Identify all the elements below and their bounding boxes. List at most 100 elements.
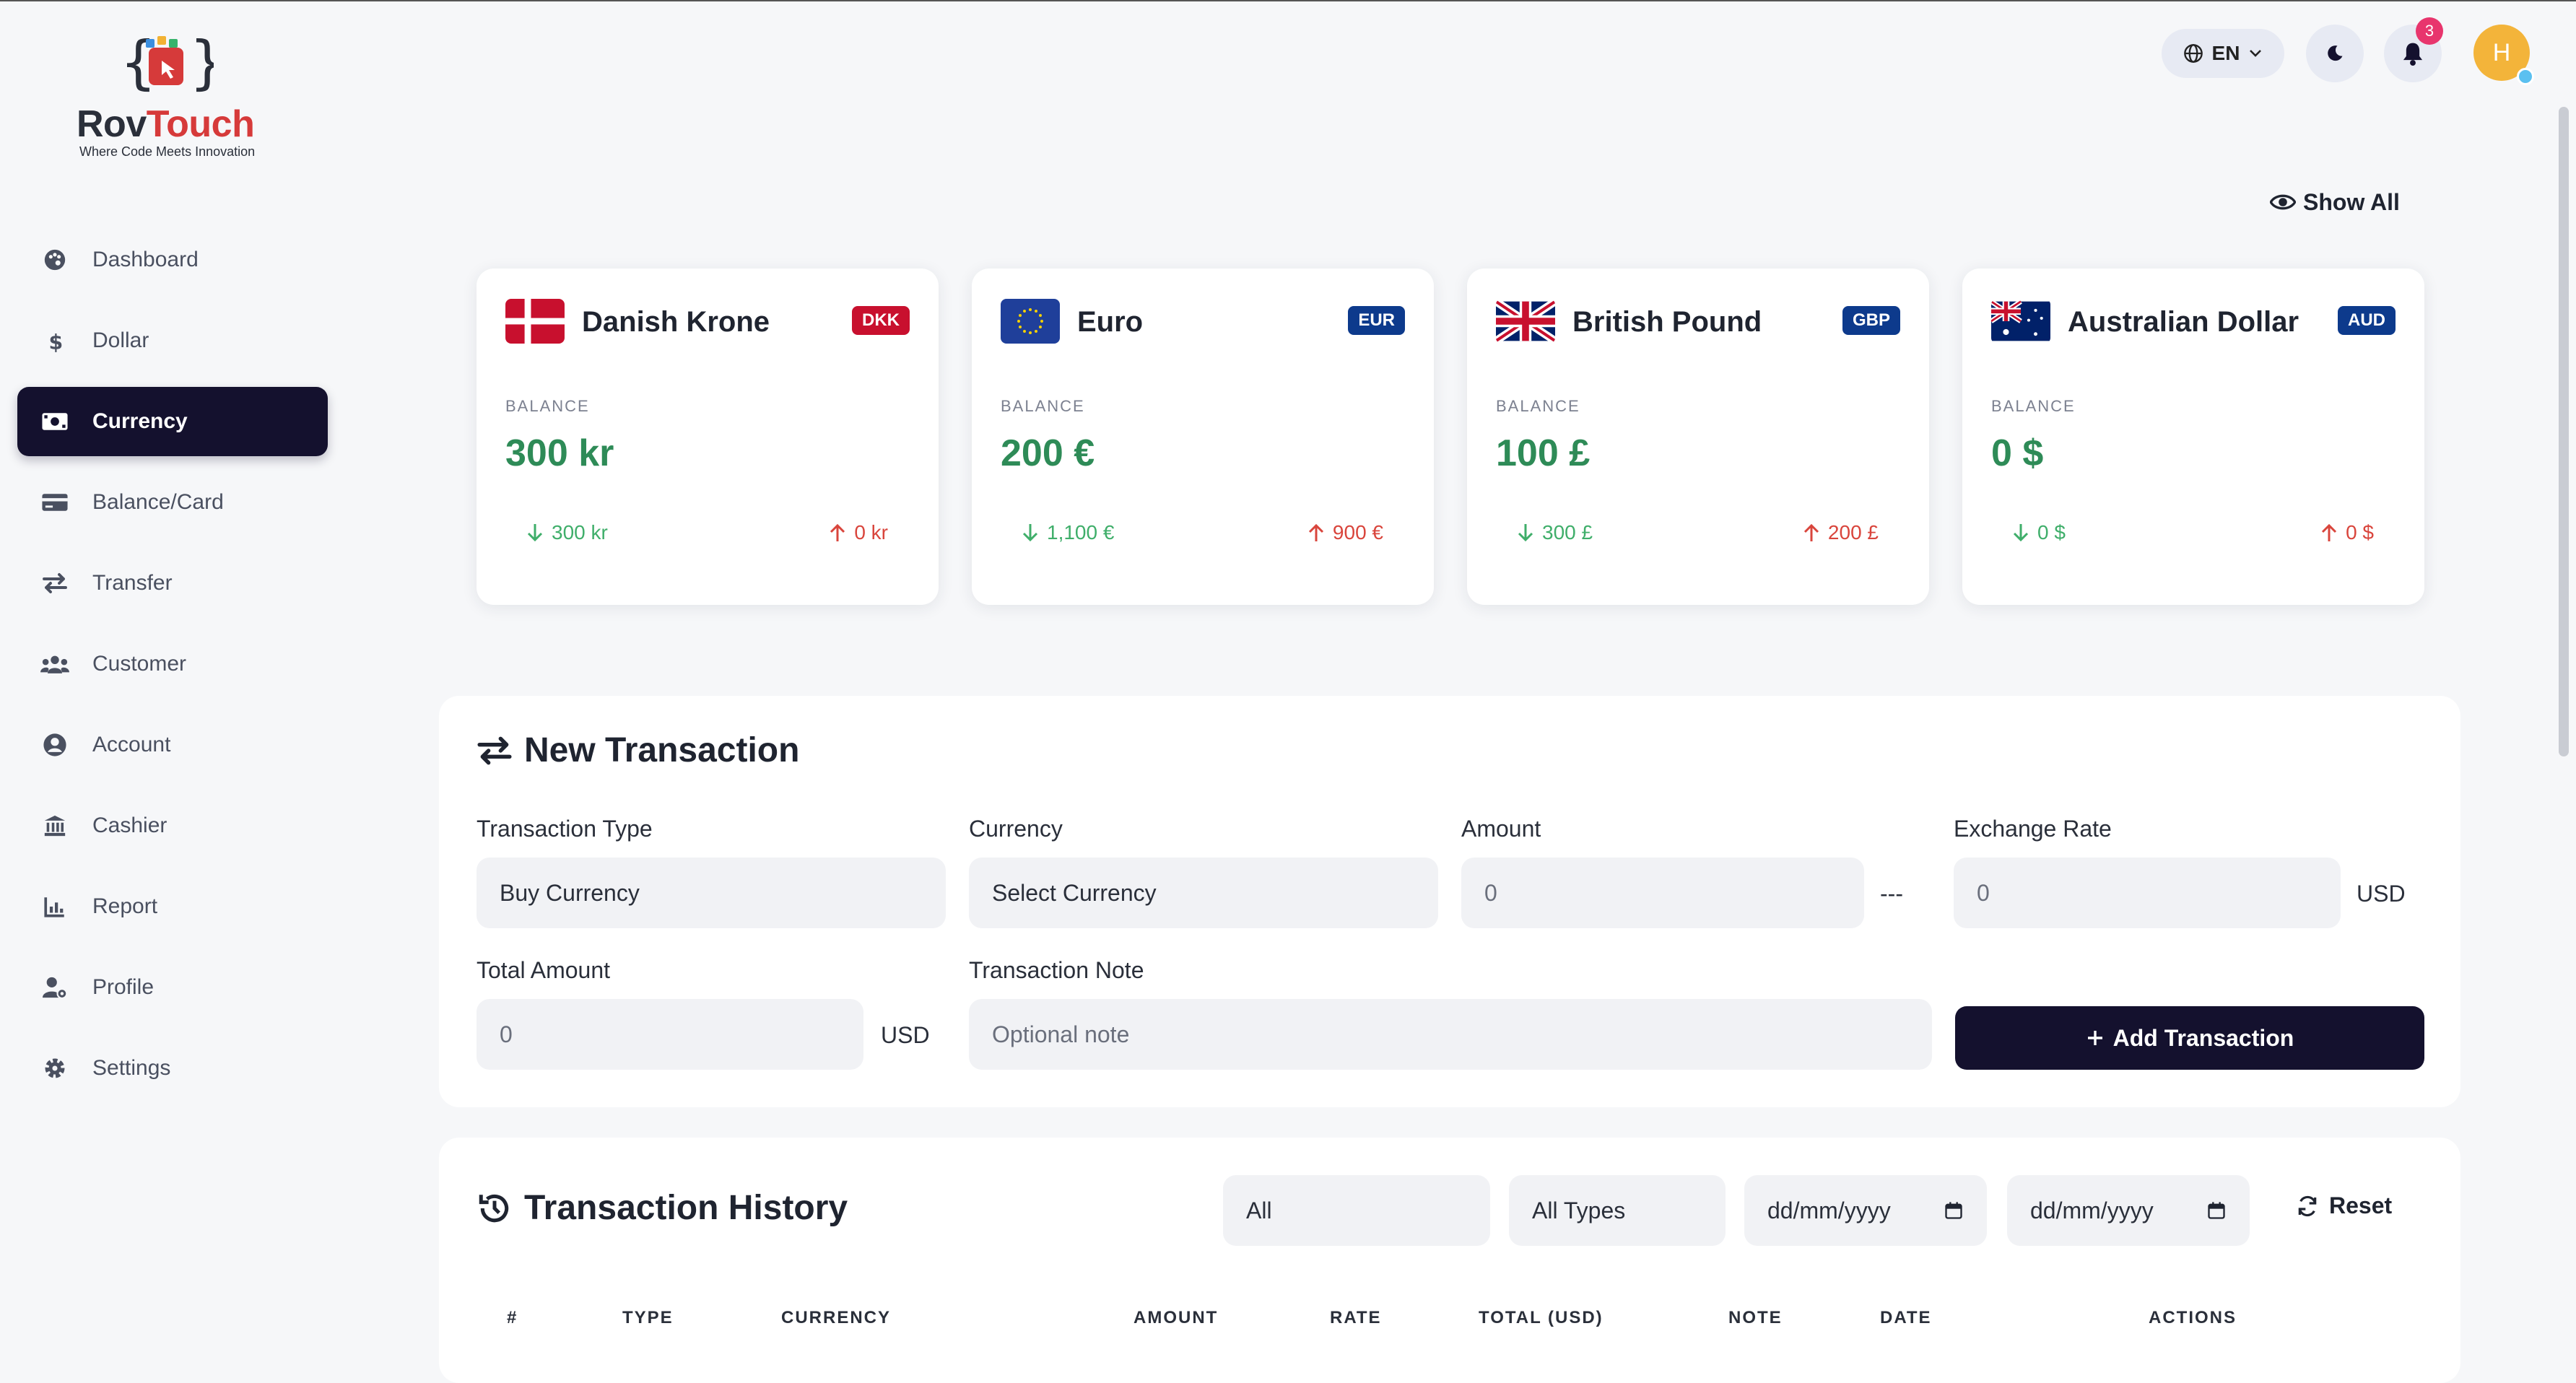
history-icon bbox=[477, 1190, 513, 1226]
outgoing-value: 0 kr bbox=[854, 521, 888, 544]
transaction-note-label: Transaction Note bbox=[969, 957, 1144, 983]
incoming-amount: 300 £ bbox=[1518, 521, 1593, 544]
balance-label: BALANCE bbox=[505, 397, 590, 415]
currency-card-dkk[interactable]: Danish Krone DKK BALANCE 300 kr 300 kr 0… bbox=[477, 269, 939, 605]
currency-name: British Pound bbox=[1572, 306, 1762, 338]
show-all-button[interactable]: Show All bbox=[2270, 186, 2400, 218]
money-bill-icon bbox=[39, 406, 71, 437]
currency-card-aud[interactable]: Australian Dollar AUD BALANCE 0 $ 0 $ 0 … bbox=[1962, 269, 2424, 605]
balance-value: 100 £ bbox=[1496, 432, 1591, 474]
transaction-note-input[interactable]: Optional note bbox=[969, 999, 1932, 1070]
add-transaction-button[interactable]: Add Transaction bbox=[1955, 1006, 2424, 1070]
eye-icon bbox=[2270, 192, 2296, 212]
uk-flag-icon bbox=[1496, 299, 1555, 344]
sidebar-item-label: Transfer bbox=[92, 571, 173, 595]
column-header: ACTIONS bbox=[2149, 1308, 2237, 1327]
sidebar-item-label: Account bbox=[92, 733, 171, 756]
currency-filter-select[interactable]: All bbox=[1223, 1175, 1490, 1246]
arrow-down-icon bbox=[2013, 523, 2029, 543]
incoming-value: 300 kr bbox=[552, 521, 608, 544]
sidebar-item-balance-card[interactable]: Balance/Card bbox=[17, 468, 328, 537]
balance-value: 0 $ bbox=[1991, 432, 2044, 474]
sidebar-item-label: Currency bbox=[92, 409, 188, 433]
sidebar-item-profile[interactable]: Profile bbox=[17, 953, 328, 1022]
transaction-type-label: Transaction Type bbox=[477, 816, 653, 842]
date-to-value: dd/mm/yyyy bbox=[2030, 1197, 2154, 1223]
theme-toggle-button[interactable] bbox=[2306, 25, 2364, 82]
date-from-input[interactable]: dd/mm/yyyy bbox=[1744, 1175, 1987, 1246]
plus-icon bbox=[2086, 1029, 2105, 1047]
exchange-rate-input[interactable]: 0 bbox=[1954, 858, 2341, 928]
outgoing-amount: 0 kr bbox=[830, 521, 888, 544]
currency-name: Danish Krone bbox=[582, 306, 770, 338]
date-to-input[interactable]: dd/mm/yyyy bbox=[2007, 1175, 2250, 1246]
reset-filters-button[interactable]: Reset bbox=[2296, 1192, 2392, 1219]
transaction-type-select[interactable]: Buy Currency bbox=[477, 858, 946, 928]
total-amount-input[interactable]: 0 bbox=[477, 999, 863, 1070]
currency-card-eur[interactable]: Euro EUR BALANCE 200 € 1,100 € 900 € bbox=[972, 269, 1434, 605]
transfer-icon bbox=[477, 735, 513, 767]
currency-filter-value: All bbox=[1246, 1197, 1272, 1223]
column-header: CURRENCY bbox=[781, 1308, 892, 1327]
eu-flag-icon bbox=[1001, 299, 1060, 344]
sidebar-item-dollar[interactable]: $ Dollar bbox=[17, 306, 328, 375]
gear-icon bbox=[39, 1052, 71, 1084]
chart-icon bbox=[39, 891, 71, 922]
svg-text:$: $ bbox=[49, 330, 64, 353]
column-header: NOTE bbox=[1728, 1308, 1783, 1327]
online-status-dot bbox=[2517, 68, 2534, 85]
bell-icon bbox=[2401, 41, 2424, 66]
language-selector[interactable]: EN bbox=[2162, 29, 2284, 78]
sidebar-item-account[interactable]: Account bbox=[17, 710, 328, 780]
currency-select[interactable]: Select Currency bbox=[969, 858, 1438, 928]
amount-currency-suffix: --- bbox=[1880, 881, 1903, 907]
refresh-icon bbox=[2296, 1195, 2319, 1218]
incoming-amount: 0 $ bbox=[2013, 521, 2066, 544]
credit-card-icon bbox=[39, 487, 71, 518]
sidebar-item-label: Customer bbox=[92, 652, 187, 676]
arrow-up-icon bbox=[2321, 523, 2337, 543]
outgoing-amount: 0 $ bbox=[2321, 521, 2374, 544]
sidebar-item-label: Dashboard bbox=[92, 248, 199, 271]
balance-label: BALANCE bbox=[1496, 397, 1580, 415]
arrow-up-icon bbox=[1803, 523, 1819, 543]
sidebar-item-cashier[interactable]: Cashier bbox=[17, 791, 328, 860]
arrow-down-icon bbox=[1518, 523, 1533, 543]
page-scrollbar[interactable] bbox=[2559, 107, 2569, 756]
sidebar-item-dashboard[interactable]: Dashboard bbox=[17, 225, 328, 295]
brand-logo[interactable]: { } RovTouch Where Code Meets Innovation bbox=[72, 32, 282, 162]
sidebar-item-currency[interactable]: Currency bbox=[17, 387, 328, 456]
sidebar-item-label: Dollar bbox=[92, 328, 149, 352]
exchange-rate-suffix: USD bbox=[2357, 881, 2406, 907]
show-all-label: Show All bbox=[2303, 188, 2400, 215]
language-code: EN bbox=[2211, 42, 2240, 64]
transaction-history-panel bbox=[439, 1138, 2460, 1383]
total-amount-label: Total Amount bbox=[477, 957, 610, 983]
currency-name: Australian Dollar bbox=[2068, 306, 2299, 338]
column-header: RATE bbox=[1330, 1308, 1382, 1327]
type-filter-value: All Types bbox=[1532, 1197, 1626, 1223]
sidebar-item-settings[interactable]: Settings bbox=[17, 1034, 328, 1103]
denmark-flag-icon bbox=[505, 299, 565, 344]
column-header: TOTAL (USD) bbox=[1479, 1308, 1604, 1327]
sidebar-item-report[interactable]: Report bbox=[17, 872, 328, 941]
sidebar-item-customer[interactable]: Customer bbox=[17, 629, 328, 699]
currency-code-badge: AUD bbox=[2338, 306, 2396, 335]
incoming-amount: 300 kr bbox=[527, 521, 608, 544]
type-filter-select[interactable]: All Types bbox=[1509, 1175, 1726, 1246]
incoming-amount: 1,100 € bbox=[1022, 521, 1114, 544]
sidebar-item-label: Balance/Card bbox=[92, 490, 224, 514]
australia-flag-icon bbox=[1991, 299, 2050, 344]
date-from-value: dd/mm/yyyy bbox=[1767, 1197, 1891, 1223]
currency-code-badge: EUR bbox=[1348, 306, 1405, 335]
amount-input[interactable]: 0 bbox=[1461, 858, 1864, 928]
currency-card-gbp[interactable]: British Pound GBP BALANCE 100 £ 300 £ 20… bbox=[1467, 269, 1929, 605]
outgoing-amount: 200 £ bbox=[1803, 521, 1879, 544]
sidebar-item-transfer[interactable]: Transfer bbox=[17, 549, 328, 618]
currency-name: Euro bbox=[1077, 306, 1144, 338]
column-header: DATE bbox=[1880, 1308, 1932, 1327]
user-gear-icon bbox=[39, 972, 71, 1003]
panel-title-text: New Transaction bbox=[524, 731, 800, 769]
incoming-value: 300 £ bbox=[1542, 521, 1593, 544]
users-icon bbox=[39, 648, 71, 680]
